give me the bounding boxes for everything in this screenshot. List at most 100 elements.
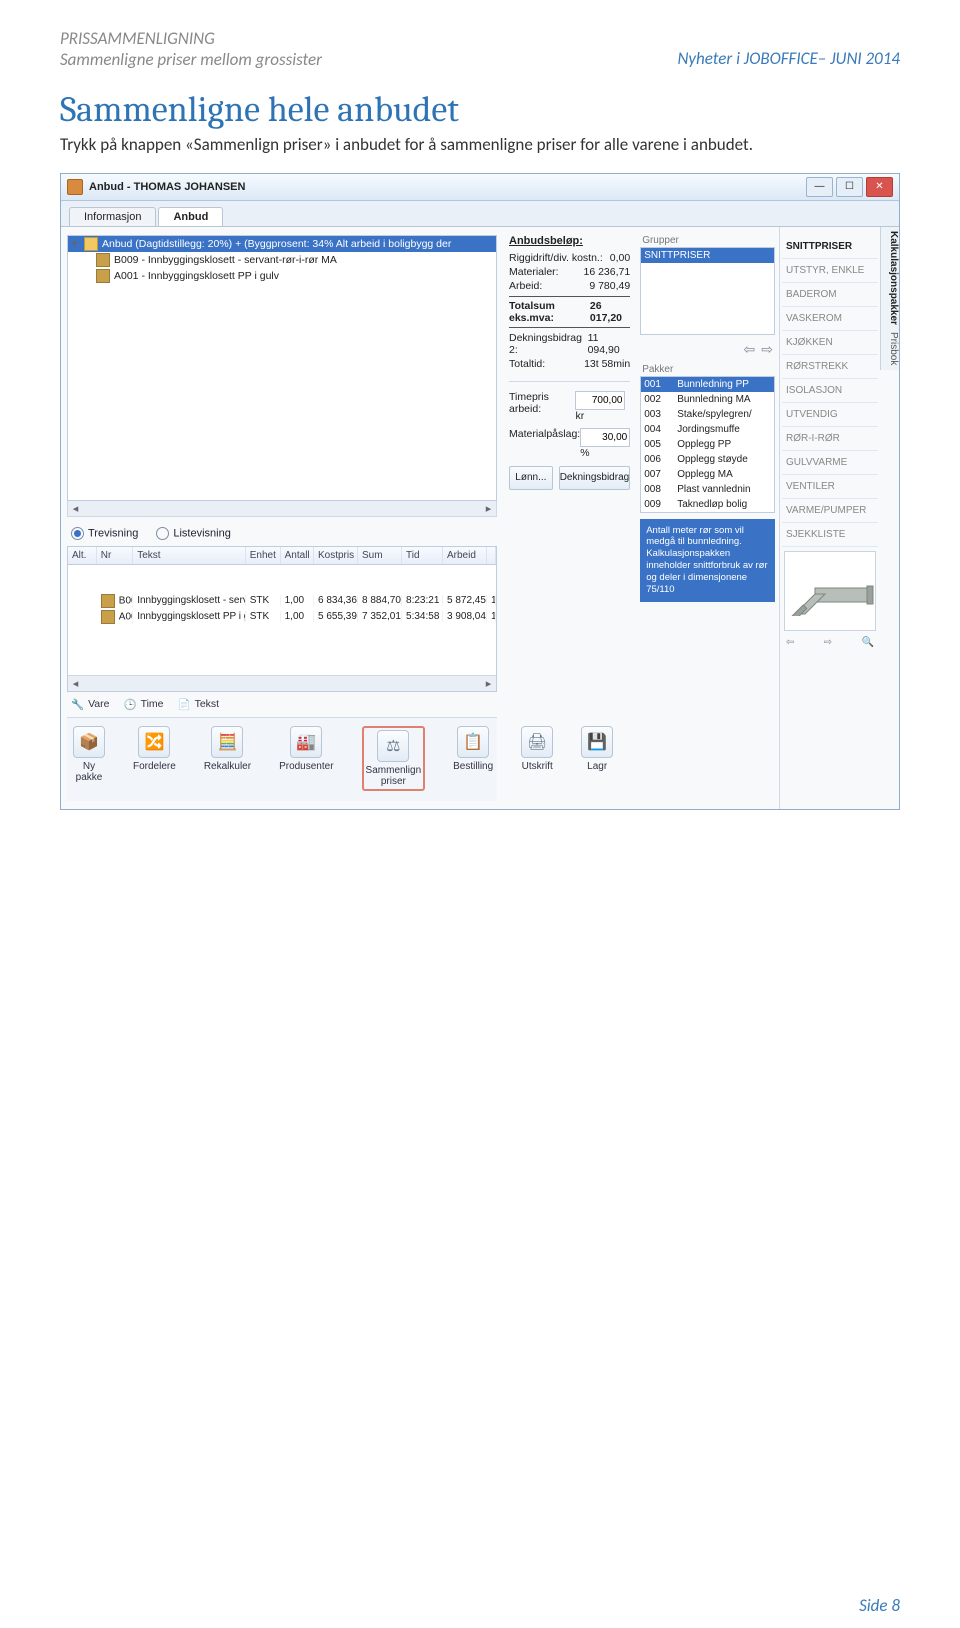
pakke-item[interactable]: 004Jordingsmuffe	[641, 422, 774, 437]
wrench-icon: 🔧	[71, 698, 84, 711]
tool-tekst[interactable]: 📄Tekst	[178, 698, 220, 711]
grupper-heading: Grupper	[640, 235, 775, 247]
body-text: Trykk på knappen «Sammenlign priser» i a…	[60, 134, 900, 155]
groups-panel: Grupper SNITTPRISER ⇦ ⇨ Pakker 001Bunnled…	[636, 227, 779, 809]
app-window: Anbud - THOMAS JOHANSEN — ☐ ✕ Informasjo…	[60, 173, 900, 810]
prev-icon[interactable]: ⇦	[744, 341, 756, 358]
cat-item[interactable]: GULVVARME	[782, 451, 878, 475]
close-button[interactable]: ✕	[866, 177, 893, 197]
action-rekalkuler[interactable]: 🧮Rekalkuler	[204, 726, 251, 791]
cat-item[interactable]: UTSTYR, ENKLE	[782, 259, 878, 283]
pakker-heading: Pakker	[640, 364, 775, 376]
scroll-left-icon[interactable]: ◂	[68, 677, 83, 690]
pakke-item[interactable]: 007Opplegg MA	[641, 467, 774, 482]
tool-time[interactable]: 🕒Time	[123, 698, 163, 711]
pakke-item[interactable]: 005Opplegg PP	[641, 437, 774, 452]
page-footer: Side 8	[859, 1595, 900, 1616]
cat-item-active[interactable]: SNITTPRISER	[782, 235, 878, 259]
clock-icon: 🕒	[123, 698, 136, 711]
dekningsbidrag-button[interactable]: Dekningsbidrag	[559, 466, 631, 490]
pakke-item[interactable]: 001Bunnledning PP	[641, 377, 774, 392]
cat-item[interactable]: RØRSTREKK	[782, 355, 878, 379]
minimize-button[interactable]: —	[806, 177, 833, 197]
package-icon	[101, 610, 115, 624]
item-grid[interactable]: Alt. Nr Tekst Enhet Antall Kostpris Sum …	[67, 546, 497, 692]
pipe-icon	[785, 566, 875, 616]
action-sammenlign-priser[interactable]: ⚖Sammenlign priser	[362, 726, 426, 791]
next-icon[interactable]: ⇨	[824, 637, 832, 648]
timepris-input[interactable]	[575, 391, 625, 410]
tab-informasjon[interactable]: Informasjon	[69, 207, 156, 226]
header-right: Nyheter i JOBOFFICE– JUNI 2014	[677, 48, 900, 69]
sidetab-prisbok[interactable]: Prisbok	[880, 328, 899, 369]
action-icon: 📦	[73, 726, 105, 758]
radio-trevisning[interactable]: Trevisning	[71, 527, 138, 540]
pakke-item[interactable]: 003Stake/spylegren/	[641, 407, 774, 422]
table-row[interactable]: B009Innbyggingsklosett - servant...STK1,…	[68, 593, 496, 609]
header-line1: PRISSAMMENLIGNING	[60, 28, 900, 49]
package-icon	[101, 594, 115, 608]
cat-item[interactable]: ISOLASJON	[782, 379, 878, 403]
summary-heading: Anbudsbeløp:	[509, 235, 630, 247]
action-iconbar: 📦Ny pakke 🔀Fordelere 🧮Rekalkuler 🏭Produsent…	[67, 717, 497, 801]
action-icon: 📋	[457, 726, 489, 758]
paslag-input[interactable]	[580, 428, 630, 447]
prev-icon[interactable]: ⇦	[786, 637, 794, 648]
action-icon: ⚖	[377, 730, 409, 762]
cat-item[interactable]: VARME/PUMPER	[782, 499, 878, 523]
window-title: Anbud - THOMAS JOHANSEN	[89, 181, 806, 193]
pipe-preview	[784, 551, 876, 631]
cat-item[interactable]: VASKEROM	[782, 307, 878, 331]
radio-listevisning[interactable]: Listevisning	[156, 527, 230, 540]
action-icon: 🔀	[138, 726, 170, 758]
page-title: Sammenligne hele anbudet	[60, 89, 900, 130]
tree-item[interactable]: A001 - Innbyggingsklosett PP i gulv	[68, 268, 496, 284]
search-icon[interactable]: 🔍	[862, 637, 874, 648]
scroll-right-icon[interactable]: ▸	[481, 677, 496, 690]
pakke-item[interactable]: 009Taknedløp bolig	[641, 497, 774, 512]
scroll-left-icon[interactable]: ◂	[68, 502, 83, 515]
cat-item[interactable]: KJØKKEN	[782, 331, 878, 355]
cat-item[interactable]: SJEKKLISTE	[782, 523, 878, 547]
package-icon	[96, 253, 110, 267]
tree-item[interactable]: B009 - Innbyggingsklosett - servant-rør-…	[68, 252, 496, 268]
titlebar: Anbud - THOMAS JOHANSEN — ☐ ✕	[61, 174, 899, 201]
cat-item[interactable]: VENTILER	[782, 475, 878, 499]
next-icon[interactable]: ⇨	[761, 341, 773, 358]
pakke-item[interactable]: 008Plast vannlednin	[641, 482, 774, 497]
pakker-list[interactable]: 001Bunnledning PP002Bunnledning MA003Sta…	[640, 376, 775, 513]
pakke-item[interactable]: 006Opplegg støyde	[641, 452, 774, 467]
cat-item[interactable]: RØR-I-RØR	[782, 427, 878, 451]
collapse-icon[interactable]: ▾	[72, 238, 84, 250]
table-row[interactable]: A001Innbyggingsklosett PP i gulvSTK1,005…	[68, 609, 496, 625]
lonn-button[interactable]: Lønn...	[509, 466, 553, 490]
action-fordelere[interactable]: 🔀Fordelere	[133, 726, 176, 791]
cat-item[interactable]: BADEROM	[782, 283, 878, 307]
gruppe-item[interactable]: SNITTPRISER	[641, 248, 774, 263]
action-bestilling[interactable]: 📋Bestilling	[453, 726, 493, 791]
main-tabs: Informasjon Anbud	[61, 201, 899, 226]
action-icon: 🧮	[211, 726, 243, 758]
tree-scrollbar[interactable]: ◂ ▸	[67, 501, 497, 517]
action-ny-pakke[interactable]: 📦Ny pakke	[73, 726, 105, 791]
tree-item-label: A001 - Innbyggingsklosett PP i gulv	[114, 270, 279, 282]
action-produsenter[interactable]: 🏭Produsenter	[279, 726, 333, 791]
scroll-right-icon[interactable]: ▸	[481, 502, 496, 515]
grid-scrollbar[interactable]: ◂ ▸	[68, 675, 496, 691]
summary-panel: Anbudsbeløp: Riggidrift/div. kostn.:0,00…	[503, 227, 636, 809]
text-icon: 📄	[178, 698, 191, 711]
left-panel: ▾ Anbud (Dagtidstillegg: 20%) + (Byggpro…	[61, 227, 503, 809]
info-box: Antall meter rør som vil medgå til bunnl…	[640, 519, 775, 602]
pakke-item[interactable]: 002Bunnledning MA	[641, 392, 774, 407]
sidetab-kalkulasjon[interactable]: Kalkulasjonspakker	[880, 227, 899, 329]
tree-item-label: B009 - Innbyggingsklosett - servant-rør-…	[114, 254, 337, 266]
tree-root-label: Anbud (Dagtidstillegg: 20%) + (Byggprose…	[102, 238, 451, 250]
tree-item-root[interactable]: ▾ Anbud (Dagtidstillegg: 20%) + (Byggpro…	[68, 236, 496, 252]
grid-header: Alt. Nr Tekst Enhet Antall Kostpris Sum …	[68, 547, 496, 565]
tab-anbud[interactable]: Anbud	[158, 207, 223, 226]
tool-vare[interactable]: 🔧Vare	[71, 698, 109, 711]
cat-item[interactable]: UTVENDIG	[782, 403, 878, 427]
maximize-button[interactable]: ☐	[836, 177, 863, 197]
package-icon	[96, 269, 110, 283]
tree-view[interactable]: ▾ Anbud (Dagtidstillegg: 20%) + (Byggpro…	[67, 235, 497, 501]
